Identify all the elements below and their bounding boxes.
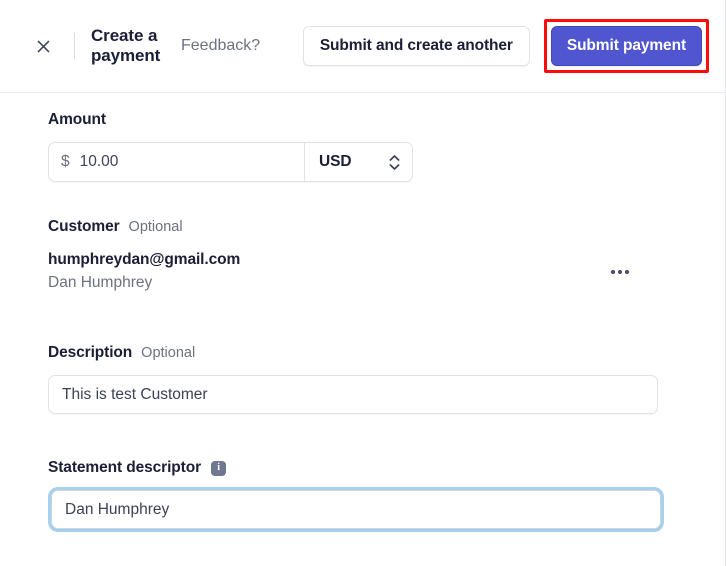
description-label: Description Optional [48, 344, 677, 362]
panel-header: Create a payment Feedback? Submit and cr… [0, 0, 725, 93]
ellipsis-dot [611, 269, 615, 274]
statement-descriptor-label: Statement descriptor i [48, 459, 677, 477]
amount-input[interactable]: $ 10.00 [49, 143, 305, 181]
statement-descriptor-field-block: Statement descriptor i Dan Humphrey [48, 459, 677, 532]
statement-descriptor-input[interactable]: Dan Humphrey [51, 490, 661, 529]
submit-and-create-another-button[interactable]: Submit and create another [302, 26, 530, 66]
amount-value: 10.00 [79, 153, 119, 170]
statement-descriptor-focus-ring: Dan Humphrey [48, 487, 664, 532]
submit-payment-highlight-wrapper: Submit payment [543, 19, 709, 73]
statement-descriptor-label-text: Statement descriptor [48, 459, 202, 476]
amount-field-block: Amount $ 10.00 USD [48, 111, 677, 182]
currency-symbol: $ [61, 153, 70, 170]
customer-info: humphreydan@gmail.com Dan Humphrey [48, 251, 605, 292]
header-actions: Submit and create another Submit payment [302, 19, 709, 73]
currency-select-value: USD [319, 153, 352, 170]
ellipsis-dot [618, 269, 622, 274]
payment-form: Amount $ 10.00 USD Customer Optional hum… [0, 93, 725, 532]
customer-row: humphreydan@gmail.com Dan Humphrey [48, 251, 677, 292]
description-input[interactable]: This is test Customer [48, 375, 658, 414]
currency-select[interactable]: USD [305, 143, 412, 181]
customer-name: Dan Humphrey [48, 274, 153, 291]
description-label-text: Description [48, 344, 133, 361]
description-optional-tag: Optional [141, 345, 196, 361]
amount-label: Amount [48, 111, 106, 128]
customer-field-block: Customer Optional humphreydan@gmail.com … [48, 218, 677, 292]
chevron-up-down-icon [389, 154, 400, 170]
ellipsis-dot [625, 269, 629, 274]
amount-input-group: $ 10.00 USD [48, 142, 413, 182]
create-payment-panel: Create a payment Feedback? Submit and cr… [0, 0, 726, 566]
header-divider [74, 33, 75, 59]
submit-payment-button[interactable]: Submit payment [550, 26, 702, 66]
info-icon[interactable]: i [211, 460, 227, 476]
feedback-link[interactable]: Feedback? [181, 37, 260, 55]
description-field-block: Description Optional This is test Custom… [48, 344, 677, 414]
customer-label-text: Customer [48, 218, 120, 235]
page-title: Create a payment [91, 25, 161, 65]
close-icon[interactable] [30, 33, 56, 59]
ellipsis-icon[interactable] [605, 259, 635, 285]
customer-label: Customer Optional [48, 218, 677, 236]
customer-email: humphreydan@gmail.com [48, 251, 241, 268]
customer-optional-tag: Optional [128, 219, 183, 235]
